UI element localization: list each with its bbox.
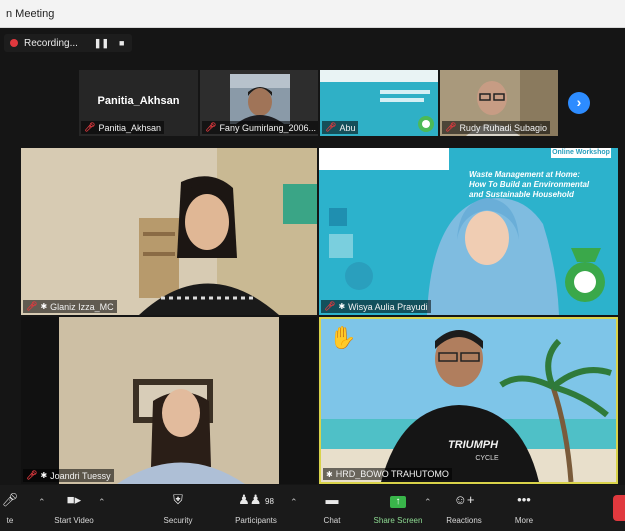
shirt-logo-sub: CYCLE <box>475 455 499 462</box>
participant-label: 🎤︎ ✱ Joandri Tuessy <box>23 469 114 482</box>
video-off-icon: ■▸ <box>66 492 82 507</box>
participant-label: 🎤︎ Abu <box>322 121 359 134</box>
video-tile-wisya[interactable]: Online Workshop Waste Management at Home… <box>319 148 618 315</box>
recording-indicator: Recording... ❚❚ ■ <box>4 34 132 52</box>
participant-label: 🎤︎ Fany Gumirlang_2006... <box>202 121 318 134</box>
stop-recording-button[interactable]: ■ <box>119 38 124 48</box>
pause-recording-button[interactable]: ❚❚ <box>94 38 109 49</box>
chevron-right-icon[interactable]: › <box>568 92 590 114</box>
meeting-toolbar: 🎤︎ te ⌃ ■▸ Start Video ⌃ ⛨ Security ♟♟ 9… <box>0 485 625 531</box>
muted-mic-icon: 🎤︎ <box>324 301 336 311</box>
shirt-logo: TRIUMPH <box>447 439 499 451</box>
share-screen-button[interactable]: ↑ Share Screen <box>366 491 430 525</box>
raised-hand-icon: ✋ <box>329 325 357 350</box>
zoom-window: n Meeting Recording... ❚❚ ■ Panitia_Akhs… <box>0 0 625 531</box>
share-options-caret[interactable]: ⌃ <box>424 497 432 508</box>
muted-mic-icon: 🎤︎ <box>26 470 38 480</box>
video-tile-glaniz[interactable]: 🎤︎ ✱ Glaniz Izza_MC <box>21 148 317 315</box>
start-video-button[interactable]: ■▸ Start Video <box>42 491 106 525</box>
muted-mic-icon: 🎤︎ <box>84 122 96 132</box>
video-glaniz <box>21 148 317 315</box>
video-options-caret[interactable]: ⌃ <box>98 497 106 508</box>
participants-icon: ♟♟ 98 <box>238 492 274 507</box>
security-button[interactable]: ⛨ Security <box>146 491 210 525</box>
muted-mic-icon: 🎤︎ <box>445 122 457 132</box>
chat-button[interactable]: ▬ Chat <box>300 491 364 525</box>
slide-tag: Online Workshop <box>552 149 610 156</box>
video-tile-bowo[interactable]: ✋ TRIUMPH CYCLE ✱ HRD_BOWO TRAHUTOMO <box>319 317 618 484</box>
chat-icon: ▬ <box>325 492 339 507</box>
participant-label: 🎤︎ ✱ Wisya Aulia Prayudi <box>321 300 431 313</box>
spotlight-icon: ✱ <box>40 302 48 311</box>
reactions-button[interactable]: ☺+ Reactions <box>432 491 496 525</box>
strip-tile-abu[interactable]: 🎤︎ Abu <box>320 70 438 136</box>
participant-label: 🎤︎ ✱ Glaniz Izza_MC <box>23 300 117 313</box>
video-tile-joandri[interactable]: 🎤︎ ✱ Joandri Tuessy <box>21 317 317 484</box>
strip-tile-fany[interactable]: 🎤︎ Fany Gumirlang_2006... <box>200 70 318 136</box>
muted-mic-icon: 🎤︎ <box>325 122 337 132</box>
participant-name-center: Panitia_Akhsan <box>97 95 180 107</box>
spotlight-icon: ✱ <box>326 469 333 479</box>
muted-mic-icon: 🎤︎ <box>205 122 217 132</box>
strip-tile-rudy[interactable]: 🎤︎ Rudy Ruhadi Subagio <box>440 70 558 136</box>
participant-label: ✱ HRD_BOWO TRAHUTOMO <box>323 468 452 480</box>
recording-icon <box>10 39 18 47</box>
more-icon: ••• <box>517 492 531 507</box>
participant-label: 🎤︎ Panitia_Akhsan <box>81 121 164 134</box>
video-joandri <box>21 317 317 484</box>
spotlight-icon: ✱ <box>338 302 346 311</box>
recording-label: Recording... <box>24 37 78 49</box>
participants-options-caret[interactable]: ⌃ <box>290 497 298 508</box>
more-button[interactable]: ••• More <box>492 491 556 525</box>
share-screen-icon: ↑ <box>366 491 430 509</box>
microphone-icon: 🎤︎ <box>1 492 19 507</box>
window-title: n Meeting <box>0 0 625 28</box>
end-meeting-button[interactable] <box>613 495 625 521</box>
participant-count: 98 <box>265 497 274 506</box>
muted-mic-icon: 🎤︎ <box>26 301 38 311</box>
shield-icon: ⛨ <box>173 492 183 507</box>
participants-button[interactable]: ♟♟ 98 Participants <box>224 491 288 525</box>
slide-headline: Waste Management at Home: How To Build a… <box>469 170 590 199</box>
strip-tile-panitia[interactable]: Panitia_Akhsan 🎤︎ Panitia_Akhsan <box>79 70 198 136</box>
participant-label: 🎤︎ Rudy Ruhadi Subagio <box>442 121 550 134</box>
unmute-button[interactable]: 🎤︎ te <box>0 491 42 525</box>
reactions-icon: ☺+ <box>453 492 475 507</box>
spotlight-icon: ✱ <box>40 471 48 480</box>
